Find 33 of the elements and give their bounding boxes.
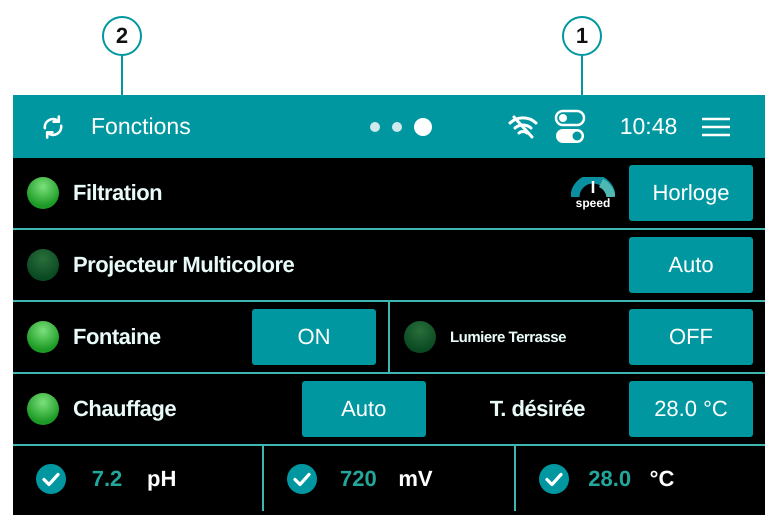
- function-label: Fontaine: [73, 324, 161, 350]
- page-dot[interactable]: [392, 122, 402, 132]
- mode-button[interactable]: OFF: [629, 309, 753, 365]
- mode-button[interactable]: Horloge: [629, 165, 753, 221]
- check-icon: [538, 462, 570, 494]
- reading-unit: mV: [398, 466, 433, 492]
- reading-value: 7.2: [90, 466, 124, 492]
- mode-button[interactable]: Auto: [302, 381, 426, 437]
- function-label: Filtration: [73, 180, 162, 206]
- reading-unit: °C: [650, 466, 674, 492]
- mode-button[interactable]: Auto: [629, 237, 753, 293]
- function-label: Projecteur Multicolore: [73, 252, 294, 278]
- reading-unit: pH: [147, 466, 176, 492]
- temperature-button[interactable]: 28.0 °C: [629, 381, 753, 437]
- gauge-icon: [571, 177, 615, 197]
- callout-number: 1: [562, 16, 602, 56]
- menu-icon[interactable]: [701, 116, 732, 138]
- page-dot[interactable]: [414, 118, 432, 136]
- setpoint-label: T. désirée: [490, 396, 585, 422]
- toggle-icon[interactable]: [554, 108, 586, 144]
- reading-value: 720: [338, 466, 378, 492]
- callout-number: 2: [102, 16, 142, 56]
- page-dot[interactable]: [370, 122, 380, 132]
- check-icon: [286, 462, 318, 494]
- check-icon: [35, 462, 67, 494]
- speed-text: speed: [576, 197, 610, 209]
- wifi-off-icon[interactable]: [506, 114, 540, 140]
- mode-button[interactable]: ON: [252, 309, 376, 365]
- function-label: Chauffage: [73, 396, 176, 422]
- screen-title: Fonctions: [91, 113, 191, 140]
- reading-value: 28.0: [587, 466, 632, 492]
- function-label: Lumiere Terrasse: [450, 328, 566, 346]
- clock-time: 10:48: [620, 113, 678, 140]
